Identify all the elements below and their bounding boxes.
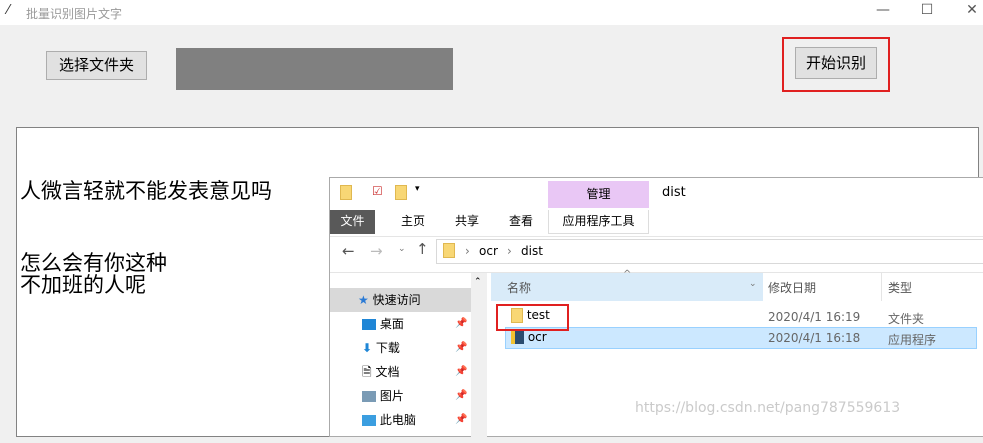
folder-path-display <box>176 48 453 90</box>
pin-icon[interactable]: 📌 <box>455 360 467 384</box>
computer-icon <box>362 415 376 426</box>
feather-icon: ⁄ <box>7 3 10 18</box>
tab-app-tools[interactable]: 应用程序工具 <box>548 210 649 234</box>
file-name: ocr <box>527 330 547 344</box>
quick-access-dropdown-icon[interactable]: ▾ <box>415 184 420 194</box>
nav-label: 快速访问 <box>372 293 421 307</box>
back-icon[interactable]: ← <box>342 242 355 260</box>
nav-scrollbar[interactable]: ⌃ <box>471 273 487 443</box>
maximize-button[interactable]: ☐ <box>912 2 942 22</box>
sort-ascending-icon: ^ <box>623 269 632 280</box>
desktop-icon <box>362 319 376 330</box>
nav-documents[interactable]: 🗎 文档 📌 <box>330 360 470 384</box>
download-icon: ⬇ <box>362 341 373 355</box>
nav-pictures[interactable]: 图片 📌 <box>330 384 470 408</box>
window-title: 批量识别图片文字 <box>26 7 123 21</box>
python-exe-icon <box>511 331 524 344</box>
minimize-button[interactable]: — <box>868 2 898 22</box>
title-bar: ⁄ 批量识别图片文字 — ☐ ✕ <box>0 0 983 25</box>
nav-label: 文档 <box>375 365 400 379</box>
folder-icon <box>443 243 455 258</box>
output-line: 怎么会有你这种 <box>20 251 167 275</box>
column-header-name[interactable]: 名称 ^ ⌄ <box>491 269 763 301</box>
file-date: 2020/4/1 16:18 <box>768 331 861 345</box>
properties-icon[interactable]: ☑ <box>372 184 383 198</box>
address-bar[interactable]: › ocr › dist <box>436 239 983 264</box>
explorer-title: dist <box>662 185 686 200</box>
column-dropdown-icon[interactable]: ⌄ <box>749 279 757 289</box>
picture-icon <box>362 391 376 402</box>
folder-icon <box>340 185 352 200</box>
nav-downloads[interactable]: ⬇ 下载 📌 <box>330 336 470 360</box>
recent-dropdown-icon[interactable]: ⌄ <box>398 244 406 254</box>
tab-share[interactable]: 共享 <box>442 210 492 234</box>
file-explorer-window: ☑ ▾ 管理 dist 文件 主页 共享 查看 应用程序工具 ← → ⌄ ↑ ›… <box>329 177 983 443</box>
tab-view[interactable]: 查看 <box>496 210 546 234</box>
nav-label: 图片 <box>379 389 404 403</box>
breadcrumb-ocr[interactable]: ocr <box>479 244 498 258</box>
forward-icon[interactable]: → <box>370 242 383 260</box>
file-row[interactable]: test <box>511 308 550 323</box>
file-date: 2020/4/1 16:19 <box>768 310 861 324</box>
output-line: 人微言轻就不能发表意见吗 <box>20 179 272 203</box>
file-type: 应用程序 <box>888 333 937 347</box>
tab-file[interactable]: 文件 <box>330 210 375 234</box>
watermark: https://blog.csdn.net/pang787559613 <box>635 400 901 416</box>
column-header-date[interactable]: 修改日期 <box>768 279 816 296</box>
new-folder-icon[interactable] <box>395 185 407 200</box>
start-recognition-button[interactable]: 开始识别 <box>795 47 877 79</box>
file-row[interactable]: ocr <box>511 330 547 344</box>
tab-home[interactable]: 主页 <box>388 210 438 234</box>
pin-icon[interactable]: 📌 <box>455 336 467 360</box>
pin-icon[interactable]: 📌 <box>455 384 467 408</box>
pin-icon[interactable]: 📌 <box>455 312 467 336</box>
nav-desktop[interactable]: 桌面 📌 <box>330 312 470 336</box>
select-folder-button[interactable]: 选择文件夹 <box>46 51 147 80</box>
pin-icon[interactable]: 📌 <box>455 408 467 432</box>
nav-label: 下载 <box>375 341 400 355</box>
nav-label: 此电脑 <box>379 413 416 427</box>
nav-label: 桌面 <box>379 317 404 331</box>
column-header-type[interactable]: 类型 <box>888 279 912 296</box>
nav-this-pc[interactable]: 此电脑 📌 <box>330 408 470 432</box>
file-name: test <box>526 308 550 322</box>
up-icon[interactable]: ↑ <box>416 240 429 258</box>
manage-tab[interactable]: 管理 <box>548 181 649 208</box>
close-button[interactable]: ✕ <box>957 2 983 22</box>
breadcrumb-dist[interactable]: dist <box>521 244 543 258</box>
output-line: 不加班的人呢 <box>20 273 146 297</box>
nav-quick-access[interactable]: ★ 快速访问 <box>330 288 470 312</box>
file-type: 文件夹 <box>888 312 925 326</box>
document-icon: 🗎 <box>362 365 372 379</box>
folder-icon <box>511 308 523 323</box>
column-label: 名称 <box>507 281 532 295</box>
